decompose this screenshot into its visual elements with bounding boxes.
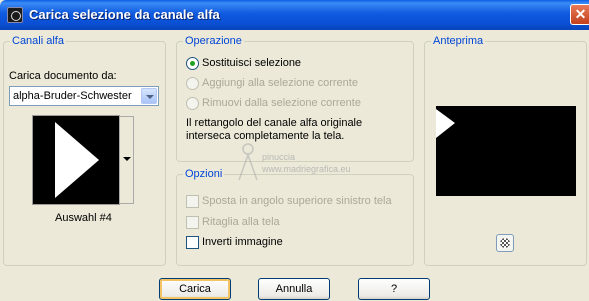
operation-legend: Operazione (183, 35, 244, 47)
watermark-url: www.madriegrafica.eu (262, 164, 351, 174)
document-select-value: alpha-Bruder-Schwester (13, 90, 132, 102)
close-button[interactable]: ✕ (570, 4, 589, 25)
window-title: Carica selezione da canale alfa (29, 7, 220, 22)
crop-to-canvas-label: Ritaglia alla tela (202, 216, 280, 228)
checker-icon (500, 238, 510, 248)
info-text-line2: interseca completamente la tela. (186, 130, 345, 142)
triangle-shape-icon (55, 122, 99, 198)
load-document-label: Carica documento da: (9, 70, 117, 82)
invert-image-label[interactable]: Inverti immagine (202, 236, 283, 248)
crop-to-canvas-checkbox[interactable] (186, 216, 199, 229)
document-select[interactable]: alpha-Bruder-Schwester (9, 86, 159, 106)
preview-legend: Anteprima (431, 35, 486, 47)
help-button[interactable]: ? (358, 278, 430, 300)
chevron-down-icon[interactable] (141, 88, 157, 104)
preview-triangle-icon (436, 109, 455, 138)
options-legend: Opzioni (183, 168, 225, 180)
load-button[interactable]: Carica (159, 278, 231, 300)
title-bar: Carica selezione da canale alfa ✕ (0, 0, 589, 30)
move-to-corner-label: Sposta in angolo superiore sinistro tela (202, 195, 392, 207)
replace-selection-radio[interactable] (186, 57, 199, 70)
alpha-channels-legend: Canali alfa (10, 35, 66, 47)
checker-background-button[interactable] (496, 234, 514, 252)
replace-selection-label[interactable]: Sostituisci selezione (202, 57, 301, 69)
app-icon (7, 7, 23, 23)
remove-selection-radio[interactable] (186, 97, 199, 110)
add-selection-radio[interactable] (186, 77, 199, 90)
info-text-line1: Il rettangolo del canale alfa originale (186, 117, 363, 129)
thumbnail-dropdown-button[interactable] (119, 116, 134, 204)
selection-name: Auswahl #4 (55, 212, 112, 224)
add-selection-label: Aggiungi alla selezione corrente (202, 77, 358, 89)
remove-selection-label: Rimuovi dalla selezione corrente (202, 97, 361, 109)
channel-thumbnail[interactable] (32, 115, 120, 205)
watermark-figure-icon (238, 143, 258, 181)
invert-image-checkbox[interactable] (186, 236, 199, 249)
preview-image (436, 106, 576, 196)
watermark-name: pinuccia (262, 152, 296, 162)
cancel-button[interactable]: Annulla (258, 278, 330, 300)
move-to-corner-checkbox[interactable] (186, 195, 199, 208)
